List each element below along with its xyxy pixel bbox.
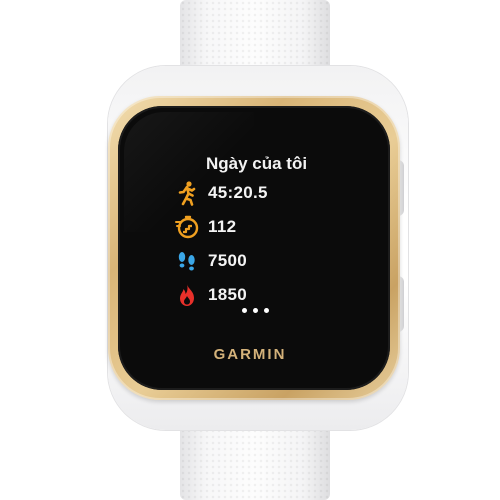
walking-person-icon <box>174 180 200 206</box>
metric-value: 1850 <box>208 285 248 304</box>
metric-value: 7500 <box>208 251 248 270</box>
metric-value: 112 <box>208 217 237 236</box>
metric-floors[interactable]: 112 <box>174 212 236 242</box>
stairs-target-icon <box>174 214 200 240</box>
dot <box>253 308 258 313</box>
metric-value: 45:20.5 <box>208 183 268 202</box>
footsteps-icon <box>174 248 200 274</box>
my-day-screen[interactable]: Ngày của tôi 45:20.5 112 7500 1850 <box>154 136 350 336</box>
metric-active-time[interactable]: 45:20.5 <box>174 178 268 208</box>
metric-calories[interactable]: 1850 <box>174 280 247 310</box>
more-dots-icon[interactable] <box>242 308 269 313</box>
screen-title: Ngày của tôi <box>206 154 308 173</box>
flame-icon <box>174 282 200 308</box>
dot <box>264 308 269 313</box>
metric-steps[interactable]: 7500 <box>174 246 247 276</box>
watch-product-image: Ngày của tôi 45:20.5 112 7500 1850 GARMI… <box>0 0 500 500</box>
brand-logo: GARMIN <box>213 346 287 363</box>
dot <box>242 308 247 313</box>
